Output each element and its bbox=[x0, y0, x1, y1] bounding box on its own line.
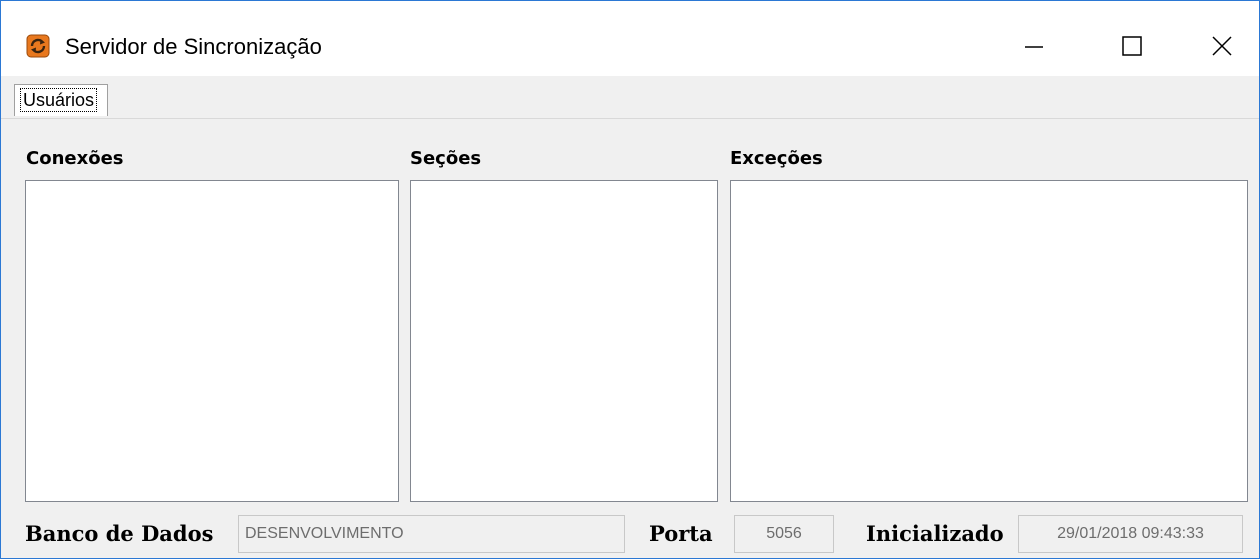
banco-de-dados-label: Banco de Dados bbox=[25, 521, 214, 546]
excecoes-list[interactable] bbox=[730, 180, 1248, 502]
excecoes-label: Exceções bbox=[730, 148, 823, 169]
banco-de-dados-field[interactable]: DESENVOLVIMENTO bbox=[238, 515, 625, 553]
inicializado-label: Inicializado bbox=[866, 521, 1004, 546]
close-button[interactable] bbox=[1192, 23, 1252, 69]
conexoes-label: Conexões bbox=[26, 148, 124, 169]
inicializado-field[interactable]: 29/01/2018 09:43:33 bbox=[1018, 515, 1243, 553]
tab-usuarios-label: Usuários bbox=[20, 88, 98, 112]
minimize-icon bbox=[1025, 46, 1043, 48]
porta-field[interactable]: 5056 bbox=[734, 515, 834, 553]
conexoes-list[interactable] bbox=[25, 180, 399, 502]
maximize-icon bbox=[1122, 36, 1142, 56]
title-bar[interactable]: Servidor de Sincronização bbox=[1, 1, 1259, 75]
tab-strip: Usuários bbox=[1, 76, 1259, 119]
sync-icon bbox=[26, 34, 50, 58]
tab-content: Conexões Seções Exceções Banco de Dados … bbox=[1, 119, 1259, 558]
close-icon bbox=[1212, 36, 1232, 56]
maximize-button[interactable] bbox=[1102, 23, 1162, 69]
porta-label: Porta bbox=[649, 521, 713, 546]
secoes-list[interactable] bbox=[410, 180, 718, 502]
app-window: Servidor de Sincronização Usuários Conex… bbox=[0, 0, 1260, 559]
window-title: Servidor de Sincronização bbox=[65, 34, 322, 59]
tab-usuarios[interactable]: Usuários bbox=[14, 84, 109, 116]
secoes-label: Seções bbox=[410, 148, 482, 169]
minimize-button[interactable] bbox=[1004, 23, 1064, 69]
